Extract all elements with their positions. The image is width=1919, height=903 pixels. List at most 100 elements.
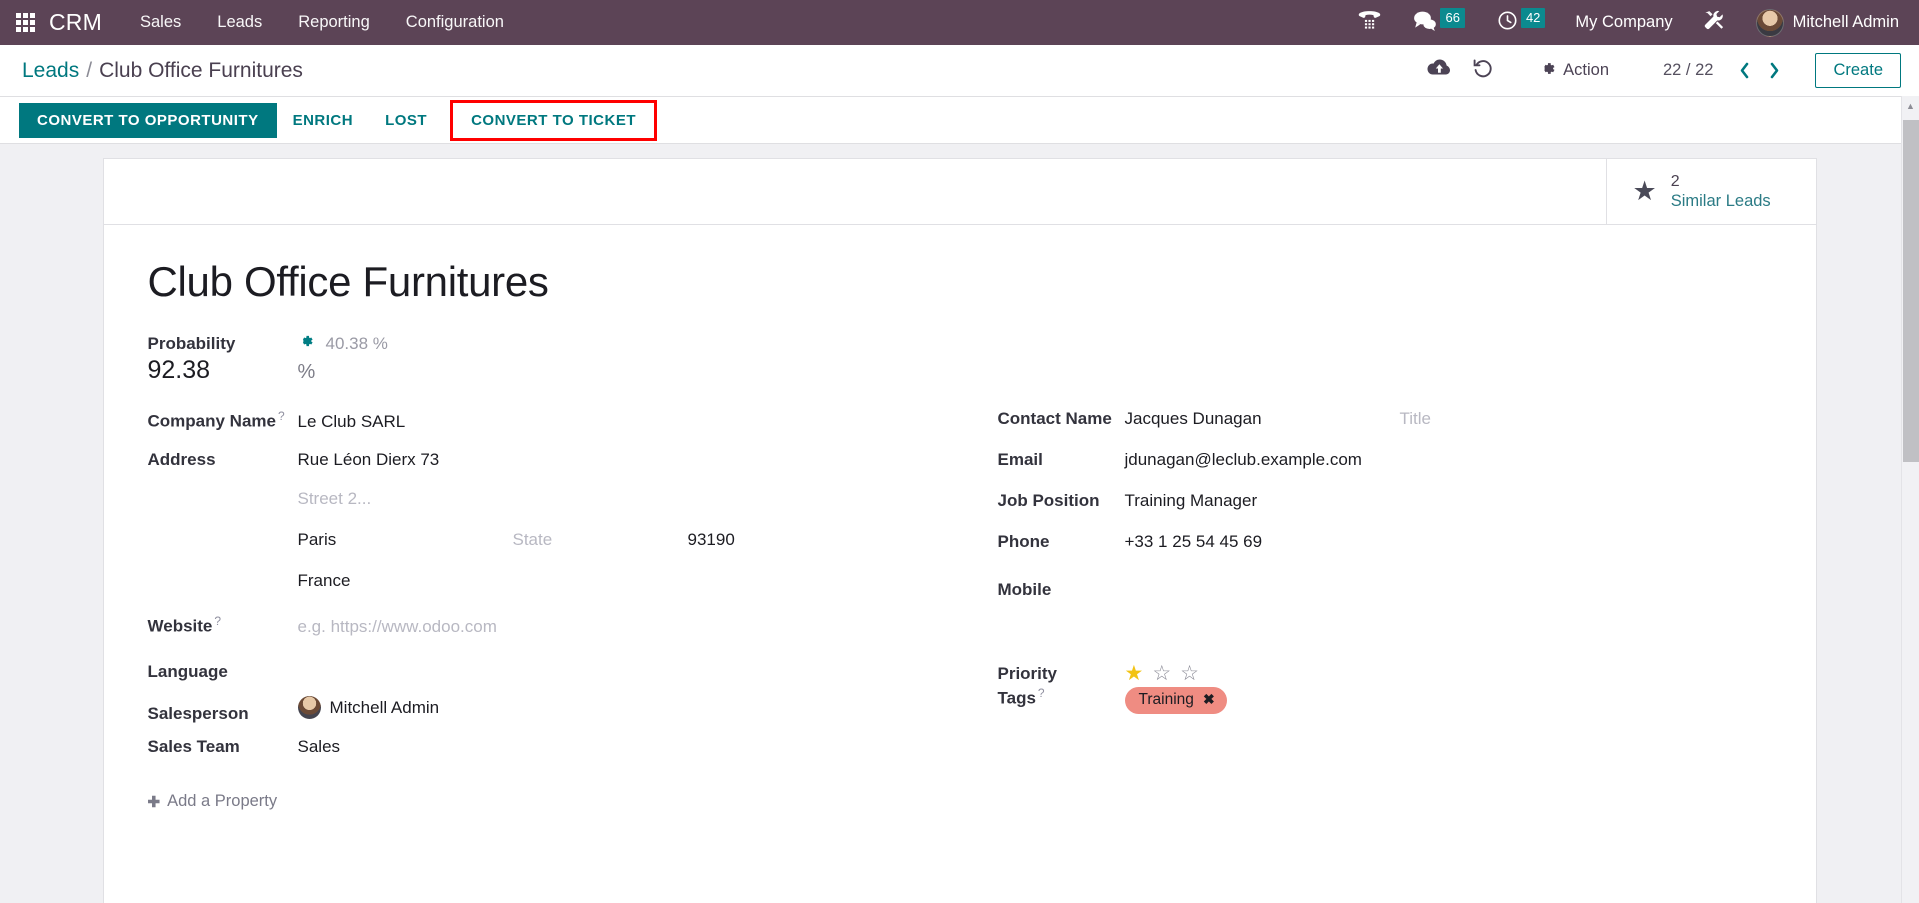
menu-reporting[interactable]: Reporting: [296, 9, 372, 36]
messages-button[interactable]: 66: [1397, 0, 1480, 45]
sales-team-input[interactable]: Sales: [298, 737, 341, 759]
field-job-position: Job Position Training Manager: [998, 489, 1772, 530]
discard-button[interactable]: [1461, 52, 1505, 90]
create-button[interactable]: Create: [1815, 53, 1901, 88]
pager-count: 22 / 22: [1663, 61, 1714, 79]
control-panel-actions: Action 22 / 22 Create: [1417, 52, 1901, 90]
company-name-input[interactable]: Le Club SARL: [298, 412, 406, 434]
title-input[interactable]: Title: [1400, 409, 1432, 429]
gear-icon: [1539, 60, 1556, 82]
enrich-button[interactable]: Enrich: [277, 103, 370, 138]
user-name-label: Mitchell Admin: [1792, 13, 1899, 31]
menu-leads[interactable]: Leads: [215, 9, 264, 36]
app-brand-crm[interactable]: CRM: [49, 9, 102, 36]
probability-automated-value: 40.38 %: [325, 333, 388, 353]
field-priority: Priority ★ ☆ ☆: [998, 612, 1772, 684]
contact-name-input[interactable]: Jacques Dunagan: [1125, 409, 1400, 431]
priority-star-3[interactable]: ☆: [1180, 663, 1199, 684]
menu-sales[interactable]: Sales: [138, 9, 183, 36]
probability-row: Probability 40.38 %: [148, 333, 1772, 354]
avatar: [1755, 8, 1784, 37]
add-a-property-button[interactable]: ✚ Add a Property: [148, 792, 960, 811]
activities-button[interactable]: 42: [1481, 0, 1561, 45]
similar-leads-count: 2: [1670, 172, 1680, 190]
triangle-up-icon[interactable]: ▲: [1902, 96, 1919, 115]
street2-input[interactable]: Street 2...: [298, 489, 372, 509]
salesperson-input[interactable]: Mitchell Admin: [297, 696, 440, 720]
field-address-city-state-zip: Paris State 93190: [148, 530, 960, 571]
dialpad-phone-button[interactable]: [1342, 0, 1397, 45]
priority-stars[interactable]: ★ ☆ ☆: [1125, 663, 1199, 684]
action-menu-button[interactable]: Action: [1527, 54, 1623, 88]
email-input[interactable]: jdunagan@leclub.example.com: [1125, 450, 1362, 472]
star-icon: ★: [1632, 176, 1657, 206]
field-salesperson: Salesperson Mitchell Admin: [148, 694, 960, 735]
field-company-name: Company Name? Le Club SARL: [148, 407, 960, 448]
priority-star-2[interactable]: ☆: [1152, 663, 1171, 684]
vertical-scrollbar[interactable]: ▲: [1901, 96, 1919, 903]
city-state-zip-line: Paris State 93190: [298, 530, 735, 552]
probability-percent-suffix: %: [297, 361, 316, 384]
user-menu[interactable]: Mitchell Admin: [1742, 8, 1905, 37]
tags-input[interactable]: Training ✖: [1124, 686, 1227, 714]
field-address-country: France: [148, 571, 960, 612]
probability-value-row: 92.38 %: [148, 356, 1772, 385]
form-right-column: Contact Name Jacques Dunagan Title Email…: [960, 407, 1772, 811]
breadcrumb-separator: /: [86, 58, 93, 82]
activities-badge: 42: [1520, 7, 1546, 28]
help-icon[interactable]: ?: [1038, 686, 1045, 700]
field-address-street2: Street 2...: [148, 489, 960, 530]
pager-previous-button[interactable]: [1731, 56, 1757, 86]
priority-star-1[interactable]: ★: [1125, 663, 1144, 684]
probability-gear-icon[interactable]: [298, 333, 314, 354]
convert-to-opportunity-button[interactable]: Convert to Opportunity: [19, 102, 277, 138]
clock-icon: [1497, 10, 1518, 36]
tag-chip-training[interactable]: Training ✖: [1124, 686, 1227, 714]
messages-badge: 66: [1440, 7, 1465, 28]
similar-leads-stat-button[interactable]: ★ 2 Similar Leads: [1605, 159, 1816, 224]
top-navbar: CRM Sales Leads Reporting Configuration: [0, 0, 1919, 45]
job-position-input[interactable]: Training Manager: [1125, 491, 1258, 513]
help-icon[interactable]: ?: [278, 409, 285, 423]
field-website: Website? e.g. https://www.odoo.com: [148, 612, 960, 653]
salesperson-name: Mitchell Admin: [329, 697, 440, 717]
field-email: Email jdunagan@leclub.example.com: [998, 448, 1772, 489]
contact-name-label: Contact Name: [997, 409, 1112, 429]
field-mobile: Mobile: [998, 571, 1772, 612]
form-columns: Company Name? Le Club SARL Address Rue L…: [148, 407, 1772, 811]
close-icon[interactable]: ✖: [1203, 691, 1215, 708]
website-input[interactable]: e.g. https://www.odoo.com: [298, 617, 497, 637]
probability-label: Probability: [147, 333, 236, 353]
control-panel: Leads / Club Office Furnitures Action 22…: [0, 45, 1919, 97]
breadcrumb-current-record: Club Office Furnitures: [99, 58, 303, 82]
language-label: Language: [147, 662, 228, 682]
developer-tools-button[interactable]: [1687, 0, 1742, 45]
similar-leads-text: 2 Similar Leads: [1671, 172, 1771, 212]
sales-team-label: Sales Team: [147, 737, 240, 757]
city-input[interactable]: Paris: [298, 530, 513, 552]
apps-grid-icon[interactable]: [16, 13, 35, 32]
field-address-street: Address Rue Léon Dierx 73: [148, 448, 960, 489]
action-label: Action: [1563, 61, 1609, 79]
scrollbar-thumb[interactable]: [1903, 120, 1919, 462]
phone-input[interactable]: +33 1 25 54 45 69: [1125, 532, 1263, 554]
help-icon[interactable]: ?: [214, 614, 221, 628]
job-position-label: Job Position: [997, 491, 1100, 511]
company-switcher[interactable]: My Company: [1561, 13, 1686, 32]
probability-input[interactable]: 92.38: [148, 356, 298, 385]
zip-input[interactable]: 93190: [688, 530, 735, 552]
convert-to-ticket-button[interactable]: Convert to Ticket: [450, 99, 657, 141]
breadcrumb: Leads / Club Office Furnitures: [22, 59, 303, 83]
address-label: Address: [147, 450, 216, 470]
menu-configuration[interactable]: Configuration: [404, 9, 506, 36]
page-title[interactable]: Club Office Furnitures: [148, 258, 1772, 305]
lost-button[interactable]: Lost: [369, 103, 443, 138]
breadcrumb-leads-link[interactable]: Leads: [22, 59, 79, 83]
country-input[interactable]: France: [298, 571, 351, 593]
field-language: Language: [148, 653, 960, 694]
state-input[interactable]: State: [513, 530, 688, 550]
dialpad-phone-icon: [1358, 10, 1381, 35]
street-input[interactable]: Rue Léon Dierx 73: [298, 450, 440, 472]
save-button[interactable]: [1417, 52, 1461, 90]
pager-next-button[interactable]: [1761, 56, 1787, 86]
